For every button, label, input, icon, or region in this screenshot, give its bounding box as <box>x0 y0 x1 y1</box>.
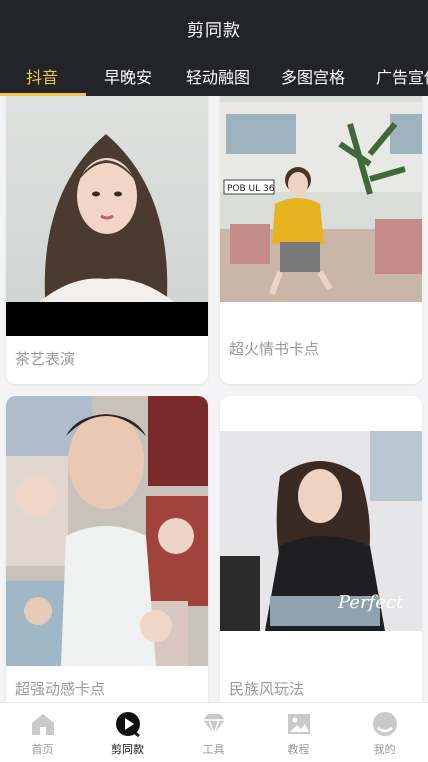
nav-label: 工具 <box>202 743 225 756</box>
portrait-photo <box>6 96 208 336</box>
portrait-photo: Perfect <box>220 396 422 666</box>
vehicle-plate-text: POB UL 36 <box>227 184 275 194</box>
template-title: 超强动感卡点 <box>15 680 106 698</box>
template-thumbnail[interactable]: POB UL 36 <box>220 96 422 302</box>
template-card[interactable]: 超强动感卡点 <box>6 396 208 702</box>
tab-douyin[interactable]: 抖音 <box>26 64 58 88</box>
nav-tools[interactable]: 工具 <box>171 703 256 762</box>
template-thumbnail[interactable] <box>6 96 208 336</box>
template-card[interactable]: POB UL 36 超火情书卡点 <box>220 96 422 384</box>
diamond-icon <box>203 714 225 737</box>
tab-morning-night[interactable]: 早晚安 <box>104 64 152 88</box>
nav-home[interactable]: 首页 <box>0 703 85 762</box>
tab-multi-grid[interactable]: 多图宫格 <box>281 64 345 88</box>
page-title: 剪同款 <box>187 21 241 41</box>
nav-templates[interactable]: 剪同款 <box>85 703 170 762</box>
nav-profile[interactable]: 我的 <box>342 703 427 762</box>
template-card[interactable]: Perfect 民族风玩法 <box>220 396 422 702</box>
template-thumbnail[interactable] <box>6 396 208 666</box>
tab-light-blend[interactable]: 轻动融图 <box>186 64 250 88</box>
template-title: 超火情书卡点 <box>229 340 320 358</box>
outdoor-photo: POB UL 36 <box>220 96 422 302</box>
image-icon <box>288 714 310 734</box>
template-title: 茶艺表演 <box>15 350 76 368</box>
tab-advertising[interactable]: 广告宣传 <box>376 64 428 88</box>
photo-overlay-text: Perfect <box>337 592 404 613</box>
nav-label: 教程 <box>287 743 310 756</box>
top-header: 剪同款 抖音 早晚安 轻动融图 多图宫格 广告宣传 <box>0 0 428 96</box>
play-circle-icon <box>116 712 140 738</box>
template-thumbnail[interactable]: Perfect <box>220 396 422 666</box>
bottom-navigation: 首页 剪同款 工具 教程 我的 <box>0 702 428 762</box>
profile-icon <box>373 712 397 736</box>
collage-photo <box>6 396 208 666</box>
template-card[interactable]: 茶艺表演 <box>6 96 208 384</box>
template-title: 民族风玩法 <box>229 680 305 698</box>
home-icon <box>32 714 54 735</box>
nav-label: 我的 <box>373 743 396 756</box>
nav-label: 剪同款 <box>111 743 144 756</box>
category-tab-bar: 抖音 早晚安 轻动融图 多图宫格 广告宣传 <box>0 60 428 96</box>
nav-tutorial[interactable]: 教程 <box>256 703 341 762</box>
nav-label: 首页 <box>31 743 54 756</box>
template-grid[interactable]: 茶艺表演 POB UL 36 超火情书卡点 超强动感卡点 Perfect 民族风… <box>0 96 428 702</box>
